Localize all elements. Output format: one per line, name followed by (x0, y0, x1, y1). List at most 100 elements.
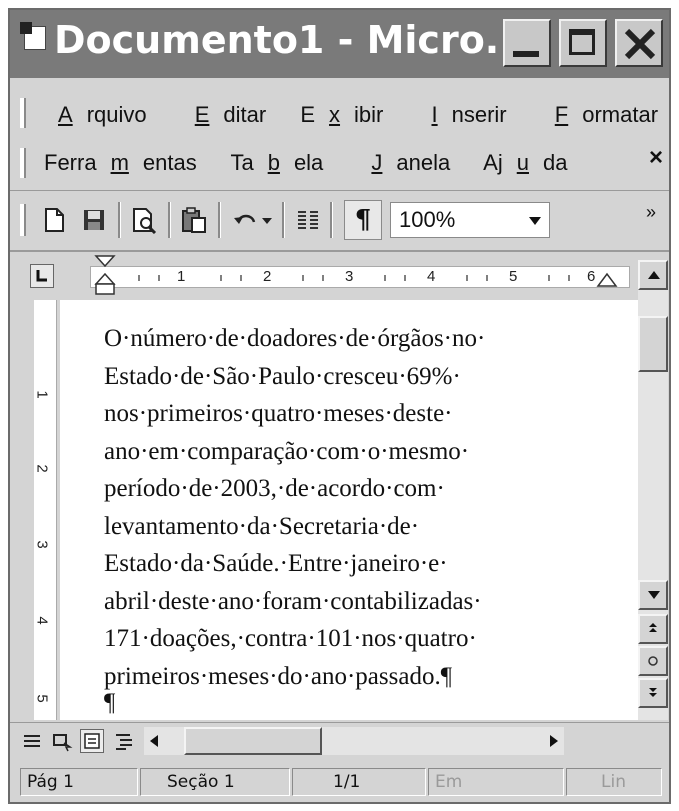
menu-row-2: Ferra m entas Ta b ela Janela Aj u da (44, 150, 595, 176)
text-line: O·número·de·doadores·de·órgãos·no· (104, 325, 486, 352)
status-em-label: Em (435, 772, 463, 792)
vruler-label: 1 (33, 390, 51, 399)
new-document-icon[interactable] (40, 206, 68, 234)
menu-ajuda[interactable]: Aj u da (483, 150, 581, 175)
standard-toolbar: ¶ 100% » (10, 192, 669, 252)
status-pages[interactable]: 1/1 (292, 768, 426, 796)
text-line: levantamento·da·Secretaria·de· (104, 512, 420, 540)
maximize-button[interactable] (559, 19, 607, 67)
paste-icon[interactable] (180, 206, 208, 234)
text-line: primeiros·meses·do·ano·passado.¶ (104, 662, 453, 690)
menu-row-1: Arquivo Editar Ex ibir Inserir Formatar (44, 102, 679, 128)
text-line: Estado·da·Saúde.·Entre·janeiro·e· (104, 550, 448, 577)
view-bar (10, 722, 669, 759)
arrow-up-icon (648, 271, 660, 279)
menu-exibir[interactable]: Ex ibir (300, 102, 397, 127)
print-layout-icon (84, 733, 100, 749)
toolbar-grip[interactable] (20, 204, 26, 236)
menu-tabela[interactable]: Ta b ela (230, 150, 337, 175)
menu-bar: Arquivo Editar Ex ibir Inserir Formatar F… (10, 80, 669, 191)
text-line: 171·doações,·contra·101·nos·quatro· (104, 625, 477, 652)
double-up-arrow-icon (649, 623, 657, 632)
chevron-down-icon (529, 217, 541, 225)
scroll-up-button[interactable] (638, 260, 668, 290)
outline-view-icon (116, 734, 132, 750)
scroll-down-button[interactable] (638, 580, 668, 610)
horizontal-scroll-thumb[interactable] (184, 727, 322, 755)
toolbar-separator (118, 202, 121, 238)
text-line: nos·primeiros·quatro·meses·deste· (104, 400, 453, 427)
toolbar-options-button[interactable]: » (646, 202, 656, 223)
vertical-scrollbar[interactable] (638, 260, 668, 720)
menubar-grip-2[interactable] (20, 148, 26, 178)
ruler-ticks (138, 275, 570, 281)
status-em[interactable]: Em (428, 768, 564, 796)
window-title: Documento1 - Micro... (54, 18, 529, 62)
status-section[interactable]: Seção 1 (140, 768, 290, 796)
minimize-button[interactable] (503, 19, 551, 67)
toolbar-separator (282, 202, 285, 238)
status-page[interactable]: Pág 1 (20, 768, 138, 796)
menu-ferramentas[interactable]: Ferra m entas (44, 150, 211, 175)
text-line: abril·deste·ano·foram·contabilizadas· (104, 587, 482, 615)
horizontal-scrollbar[interactable] (144, 727, 564, 755)
menu-arquivo[interactable]: Arquivo (44, 102, 161, 127)
vruler-label: 4 (33, 616, 51, 625)
scroll-right-icon[interactable] (550, 735, 558, 747)
close-icon (624, 28, 656, 60)
text-line: Estado·de·São·Paulo·cresceu·69%· (104, 362, 461, 390)
undo-dropdown-icon[interactable] (260, 206, 274, 234)
vertical-ruler[interactable]: 1 2 3 4 5 (34, 300, 57, 720)
double-down-arrow-icon (649, 688, 657, 697)
print-layout-view-button[interactable] (80, 729, 104, 753)
toolbar-separator (330, 202, 333, 238)
zoom-select[interactable]: 100% (390, 202, 550, 238)
normal-view-icon (24, 735, 40, 747)
document-icon[interactable] (20, 22, 46, 50)
text-line: período·de·2003,·de·acordo·com· (104, 475, 445, 502)
vruler-label: 5 (33, 694, 51, 703)
web-layout-icon (53, 734, 73, 752)
columns-icon[interactable] (294, 206, 322, 234)
arrow-down-icon (648, 591, 660, 599)
normal-view-button[interactable] (20, 729, 44, 753)
word-window: Documento1 - Micro... Arquivo Editar Exi… (8, 8, 671, 804)
status-lin[interactable]: Lin (566, 768, 662, 796)
next-page-button[interactable] (638, 678, 668, 708)
browse-object-icon (648, 656, 658, 666)
scroll-left-icon[interactable] (150, 735, 158, 747)
select-browse-object-button[interactable] (638, 646, 668, 676)
right-indent-marker-icon[interactable] (596, 268, 618, 290)
vruler-label: 3 (33, 540, 51, 549)
status-bar: Pág 1 Seção 1 1/1 Em Lin (10, 762, 669, 802)
text-line: ano·em·comparação·com·o·mesmo· (104, 437, 470, 465)
document-text[interactable]: O·número·de·doadores·de·órgãos·no· Estad… (104, 320, 624, 716)
menu-janela[interactable]: Janela (357, 150, 464, 175)
vruler-label: 2 (33, 464, 51, 473)
vertical-scroll-thumb[interactable] (638, 316, 668, 372)
outline-view-button[interactable] (112, 729, 136, 753)
menu-inserir[interactable]: Inserir (418, 102, 521, 127)
status-lin-label: Lin (601, 772, 626, 792)
undo-icon[interactable] (232, 206, 260, 234)
document-close-button[interactable]: × (649, 144, 663, 172)
close-button[interactable] (615, 19, 663, 67)
menu-formatar[interactable]: Formatar (541, 102, 672, 127)
menubar-grip[interactable] (20, 98, 26, 128)
title-bar[interactable]: Documento1 - Micro... (10, 10, 669, 78)
indent-marker-icon[interactable] (92, 254, 122, 298)
left-tab-icon (36, 270, 47, 282)
show-hide-formatting-button[interactable]: ¶ (344, 200, 382, 240)
print-preview-icon[interactable] (130, 206, 158, 234)
toolbar-separator (218, 202, 221, 238)
tab-selector[interactable] (30, 264, 54, 288)
horizontal-ruler-area: 1 2 3 4 5 6 (10, 252, 669, 300)
document-page[interactable]: O·número·de·doadores·de·órgãos·no· Estad… (60, 300, 638, 720)
previous-page-button[interactable] (638, 614, 668, 644)
text-line: ¶ (104, 689, 116, 716)
web-layout-view-button[interactable] (50, 729, 74, 753)
menu-editar[interactable]: Editar (181, 102, 280, 127)
toolbar-separator (168, 202, 171, 238)
save-icon[interactable] (80, 206, 108, 234)
horizontal-ruler[interactable]: 1 2 3 4 5 6 (90, 266, 630, 288)
